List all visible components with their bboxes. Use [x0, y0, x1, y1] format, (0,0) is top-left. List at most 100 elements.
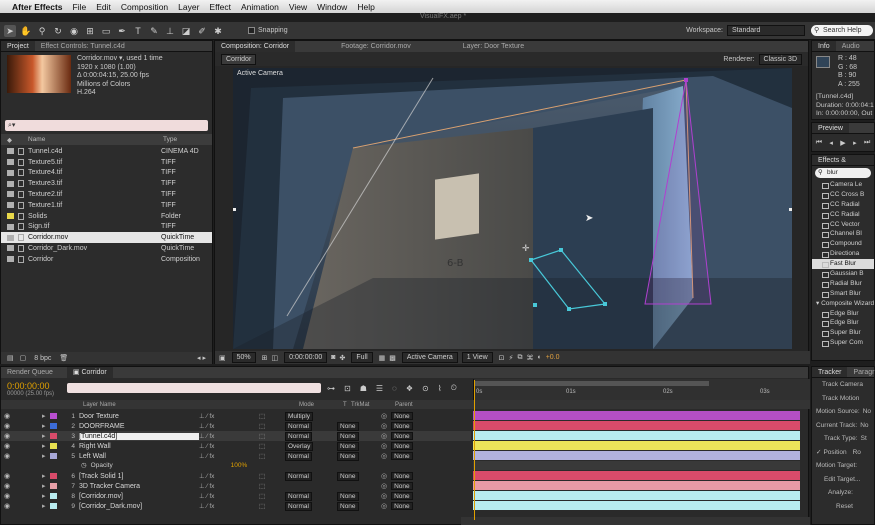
selection-tool-icon[interactable]: ➤ — [4, 24, 16, 37]
zoom-tool-icon[interactable]: ⚲ — [36, 25, 48, 37]
visibility-eye-icon[interactable]: ◉ — [4, 492, 12, 500]
layer-trkmat-dropdown[interactable]: None — [337, 421, 359, 431]
layer-3d-icon[interactable]: ⬚ — [259, 432, 285, 440]
label-color-swatch[interactable] — [7, 180, 14, 187]
effect-item[interactable]: CC Vector — [812, 220, 874, 230]
layer-duration-bar[interactable] — [473, 441, 800, 450]
layer-parent-dropdown[interactable]: None — [391, 452, 413, 460]
layer-3d-icon[interactable]: ⬚ — [259, 502, 285, 510]
layer-3d-icon[interactable]: ⬚ — [259, 472, 285, 480]
layer-trkmat-dropdown[interactable]: None — [337, 441, 359, 451]
layer-label-color[interactable] — [50, 433, 57, 439]
layer-duration-bar[interactable] — [473, 411, 800, 420]
layer-label-color[interactable] — [50, 413, 57, 419]
layer-parent-dropdown[interactable]: None — [391, 422, 413, 430]
layer-trkmat-dropdown[interactable]: None — [337, 491, 359, 501]
layer-mode-dropdown[interactable]: Normal — [285, 421, 312, 431]
tab-layer[interactable]: Layer: Door Texture — [457, 41, 530, 52]
edit-target-button[interactable]: Edit Target... — [812, 473, 874, 487]
timeline-icon[interactable]: ⧉ — [517, 354, 522, 362]
project-item[interactable]: Corridor.mov QuickTime — [1, 232, 212, 243]
transparency-grid-icon[interactable]: ▩ — [389, 354, 396, 362]
layer-duration-bar[interactable] — [473, 451, 800, 460]
current-time-indicator[interactable] — [474, 380, 475, 520]
tab-tracker[interactable]: Tracker — [812, 367, 848, 377]
opacity-value[interactable]: 100% — [231, 462, 248, 469]
play-icon[interactable]: ▶ — [840, 139, 845, 147]
layer-label-color[interactable] — [50, 443, 57, 449]
expand-triangle-icon[interactable]: ▸ — [42, 452, 50, 460]
composition-viewer[interactable]: 6-B ✛ ➤ Active Camera — [233, 68, 792, 349]
layer-label-color[interactable] — [50, 483, 57, 489]
menu-app-name[interactable]: After Effects — [12, 2, 63, 12]
scroll-arrows-icon[interactable]: ◂ ▸ — [197, 354, 206, 362]
effects-search-input[interactable]: ⚲ blur — [815, 168, 871, 178]
tab-effects-presets[interactable]: Effects & Presets — [812, 155, 874, 175]
layer-row[interactable]: ◉ ▸ 8 [Corridor.mov] ⊥ ⁄ fx ⬚ Normal None ◎ None — [1, 491, 471, 501]
menu-view[interactable]: View — [289, 2, 307, 12]
layer-switch-icons[interactable]: ⊥ ⁄ fx — [199, 422, 259, 430]
visibility-eye-icon[interactable]: ◉ — [4, 472, 12, 480]
fast-preview-icon[interactable]: ⚡ — [509, 354, 514, 362]
interpret-footage-icon[interactable]: ▤ — [7, 354, 14, 362]
effect-item[interactable]: CC Cross B — [812, 190, 874, 200]
exposure-value[interactable]: +0.0 — [546, 354, 560, 361]
layer-name[interactable]: [Track Solid 1] — [79, 473, 199, 480]
visibility-eye-icon[interactable]: ◉ — [4, 452, 12, 460]
project-col-type[interactable]: Type — [163, 136, 177, 143]
project-item[interactable]: Texture1.tif TIFF — [1, 200, 212, 211]
project-item[interactable]: Solids Folder — [1, 211, 212, 222]
label-color-swatch[interactable] — [7, 234, 14, 241]
hand-tool-icon[interactable]: ✋ — [20, 25, 32, 37]
layer-trkmat-dropdown[interactable]: None — [337, 501, 359, 511]
renderer-dropdown[interactable]: Classic 3D — [758, 53, 802, 65]
layer-name[interactable]: 3D Tracker Camera — [79, 483, 199, 490]
label-color-swatch[interactable] — [7, 223, 14, 230]
layer-parent-dropdown[interactable]: None — [391, 472, 413, 480]
label-color-swatch[interactable] — [7, 191, 14, 198]
eraser-tool-icon[interactable]: ◪ — [180, 25, 192, 37]
menu-layer[interactable]: Layer — [178, 2, 199, 12]
timer-icon[interactable]: ⏲ — [451, 383, 457, 393]
parent-pickwhip-icon[interactable]: ◎ — [381, 482, 387, 490]
search-help-input[interactable]: ⚲ Search Help — [811, 25, 873, 36]
expand-triangle-icon[interactable]: ▸ — [42, 482, 50, 490]
clone-tool-icon[interactable]: ⊥ — [164, 25, 176, 37]
layer-duration-bar[interactable] — [473, 481, 800, 490]
layer-parent-dropdown[interactable]: None — [391, 412, 413, 420]
layer-switch-icons[interactable]: ⊥ ⁄ fx — [199, 482, 259, 490]
camera-tool-icon[interactable]: ◉ — [68, 25, 80, 37]
layer-switch-icons[interactable]: ⊥ ⁄ fx — [199, 472, 259, 480]
motion-blur-icon[interactable]: ◌ — [392, 384, 397, 393]
label-color-swatch[interactable] — [7, 256, 14, 263]
project-search-input[interactable]: ⌕▾ — [5, 120, 208, 131]
resolution-dropdown[interactable]: Full — [351, 352, 373, 363]
parent-pickwhip-icon[interactable]: ◎ — [381, 472, 387, 480]
tab-effect-controls[interactable]: Effect Controls: Tunnel.c4d — [35, 41, 131, 51]
layer-mode-dropdown[interactable]: Normal — [285, 471, 312, 481]
project-item[interactable]: Corridor_Dark.mov QuickTime — [1, 243, 212, 254]
roto-brush-tool-icon[interactable]: ✐ — [196, 25, 208, 37]
snapshot-icon[interactable]: ◙ — [331, 354, 335, 361]
layer-name[interactable]: DOORFRAME — [79, 423, 199, 430]
layer-switch-icons[interactable]: ⊥ ⁄ fx — [199, 442, 259, 450]
flowchart-icon[interactable]: ⌘ — [526, 354, 533, 362]
layer-trkmat-dropdown[interactable]: None — [337, 451, 359, 461]
tab-paragraph[interactable]: Paragr — [847, 367, 875, 377]
parent-pickwhip-icon[interactable]: ◎ — [381, 432, 387, 440]
layer-row[interactable]: ◉ ▸ 2 DOORFRAME ⊥ ⁄ fx ⬚ Normal None ◎ None — [1, 421, 471, 431]
layer-switch-icons[interactable]: ⊥ ⁄ fx — [199, 432, 259, 440]
layer-3d-icon[interactable]: ⬚ — [259, 442, 285, 450]
prev-frame-icon[interactable]: ◂ — [829, 139, 833, 147]
layer-row[interactable]: ◉ ▸ 5 Left Wall ⊥ ⁄ fx ⬚ Normal None ◎ None — [1, 451, 471, 461]
label-color-swatch[interactable] — [7, 245, 14, 252]
tab-corridor-timeline[interactable]: ▣ Corridor — [66, 367, 113, 378]
effect-item[interactable]: Edge Blur — [812, 318, 874, 328]
toggle-pixel-aspect-icon[interactable]: ⊡ — [499, 354, 505, 362]
effect-item[interactable]: Radial Blur — [812, 279, 874, 289]
layer-name[interactable]: [Corridor.mov] — [79, 493, 199, 500]
zoom-dropdown[interactable]: 50% — [231, 352, 256, 363]
effect-item[interactable]: Camera Le — [812, 180, 874, 190]
comp-nav-tab[interactable]: Corridor — [221, 53, 257, 65]
layer-duration-bar[interactable] — [473, 431, 800, 440]
